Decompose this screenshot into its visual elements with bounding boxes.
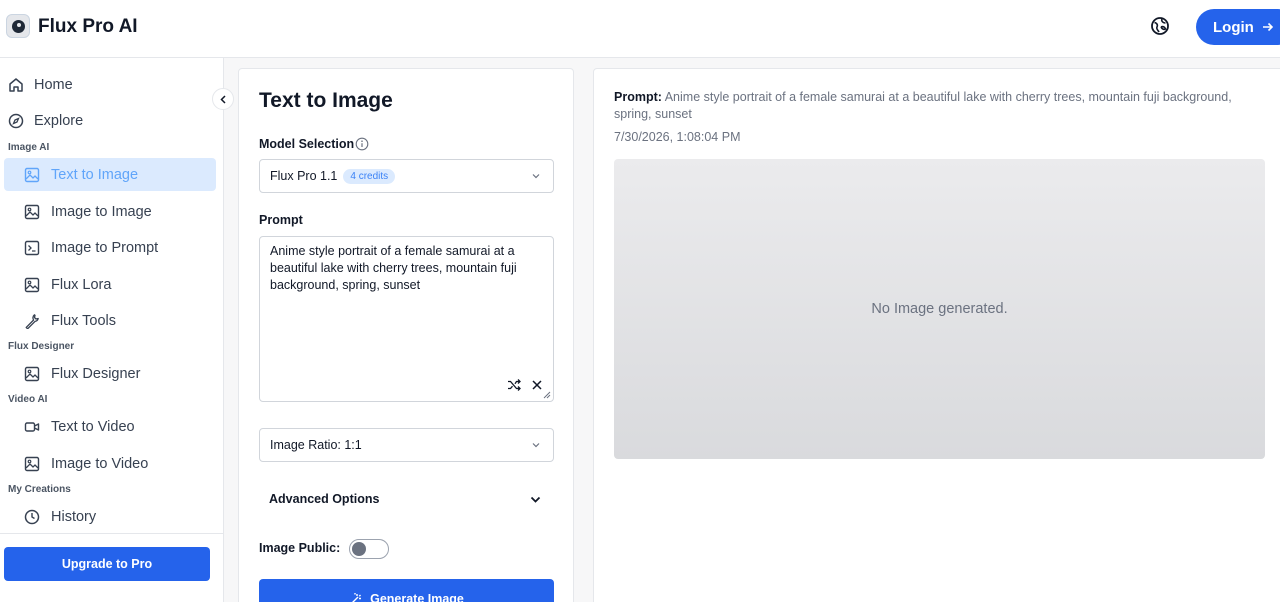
result-prompt-text: Anime style portrait of a female samurai… [614, 90, 1232, 121]
sidebar-item-label: Explore [34, 112, 84, 129]
collapse-sidebar-button[interactable] [212, 88, 234, 110]
image-icon [24, 456, 40, 471]
model-selection-label: Model Selection [259, 137, 355, 151]
terminal-icon [24, 240, 40, 255]
sidebar-item-home[interactable]: Home [8, 68, 216, 101]
result-panel: Prompt: Anime style portrait of a female… [593, 68, 1280, 602]
chevron-down-icon [532, 174, 540, 179]
sidebar-item-explore[interactable]: Explore [8, 104, 216, 137]
image-icon [24, 204, 40, 219]
sidebar-item-label: Image to Prompt [51, 239, 159, 256]
section-label-image-ai: Image AI [8, 142, 50, 153]
resize-grip-icon[interactable] [543, 391, 551, 399]
sidebar: Home Explore Image AI Text to Image Imag… [0, 58, 224, 602]
result-prompt: Prompt: Anime style portrait of a female… [614, 89, 1254, 123]
chevron-down-icon [532, 443, 540, 448]
logo-icon[interactable] [6, 14, 30, 38]
model-select[interactable]: Flux Pro 1.1 4 credits [259, 159, 554, 193]
section-label-video-ai: Video AI [8, 394, 48, 405]
sidebar-item-label: Text to Image [51, 166, 139, 183]
image-icon [24, 277, 40, 292]
login-label: Login [1213, 18, 1254, 36]
info-icon[interactable] [355, 137, 369, 151]
chevron-left-icon [219, 94, 226, 104]
compass-icon [8, 113, 24, 128]
sidebar-item-image-to-image[interactable]: Image to Image [4, 195, 216, 228]
result-prompt-label: Prompt: [614, 90, 662, 104]
section-label-my-creations: My Creations [8, 484, 71, 495]
sidebar-item-label: Flux Tools [51, 312, 117, 329]
close-icon[interactable] [531, 379, 543, 391]
generation-form: Text to Image Model Selection Flux Pro 1… [238, 68, 574, 602]
image-icon [24, 167, 40, 182]
generate-image-button[interactable]: Generate Image [259, 579, 554, 602]
sidebar-item-label: History [51, 508, 97, 525]
arrow-right-icon [1262, 22, 1273, 32]
sidebar-item-label: Home [34, 76, 73, 93]
globe-icon[interactable] [1150, 16, 1170, 36]
top-header: Flux Pro AI Login [0, 0, 1280, 58]
page-title: Text to Image [259, 89, 393, 112]
sidebar-item-flux-tools[interactable]: Flux Tools [4, 304, 216, 337]
chevron-down-icon[interactable] [529, 493, 542, 506]
section-label-flux-designer: Flux Designer [8, 341, 75, 352]
sidebar-item-text-to-video[interactable]: Text to Video [4, 410, 216, 443]
app-title[interactable]: Flux Pro AI [38, 16, 138, 38]
sidebar-item-label: Text to Video [51, 418, 135, 435]
image-placeholder: No Image generated. [614, 159, 1265, 459]
shuffle-icon[interactable] [507, 378, 521, 392]
advanced-options-toggle[interactable]: Advanced Options [269, 492, 379, 506]
sidebar-item-label: Flux Lora [51, 276, 112, 293]
image-public-toggle[interactable] [349, 539, 389, 559]
sidebar-item-image-to-video[interactable]: Image to Video [4, 447, 216, 480]
sidebar-item-flux-lora[interactable]: Flux Lora [4, 268, 216, 301]
home-icon [9, 77, 23, 92]
video-camera-icon [24, 421, 40, 432]
clock-icon [24, 509, 40, 524]
model-select-value: Flux Pro 1.1 [270, 169, 338, 183]
image-icon [24, 366, 40, 381]
upgrade-button[interactable]: Upgrade to Pro [4, 547, 210, 581]
sidebar-item-label: Flux Designer [51, 365, 141, 382]
sidebar-divider [0, 533, 224, 534]
empty-state-text: No Image generated. [871, 301, 1008, 317]
image-ratio-value: Image Ratio: 1:1 [270, 438, 362, 452]
login-button[interactable]: Login [1196, 9, 1280, 45]
sidebar-item-history[interactable]: History [4, 500, 216, 533]
result-timestamp: 7/30/2026, 1:08:04 PM [614, 130, 741, 144]
sidebar-item-text-to-image[interactable]: Text to Image [4, 158, 216, 191]
image-public-label: Image Public: [259, 541, 341, 555]
generate-label: Generate Image [370, 592, 464, 602]
magic-wand-icon [352, 593, 362, 602]
prompt-label: Prompt [259, 213, 303, 227]
sidebar-item-label: Image to Video [51, 455, 149, 472]
sidebar-item-image-to-prompt[interactable]: Image to Prompt [4, 231, 216, 264]
wrench-icon [25, 313, 39, 329]
image-ratio-select[interactable]: Image Ratio: 1:1 [259, 428, 554, 462]
sidebar-item-label: Image to Image [51, 203, 152, 220]
sidebar-item-flux-designer[interactable]: Flux Designer [4, 357, 216, 390]
credits-badge: 4 credits [343, 168, 396, 184]
